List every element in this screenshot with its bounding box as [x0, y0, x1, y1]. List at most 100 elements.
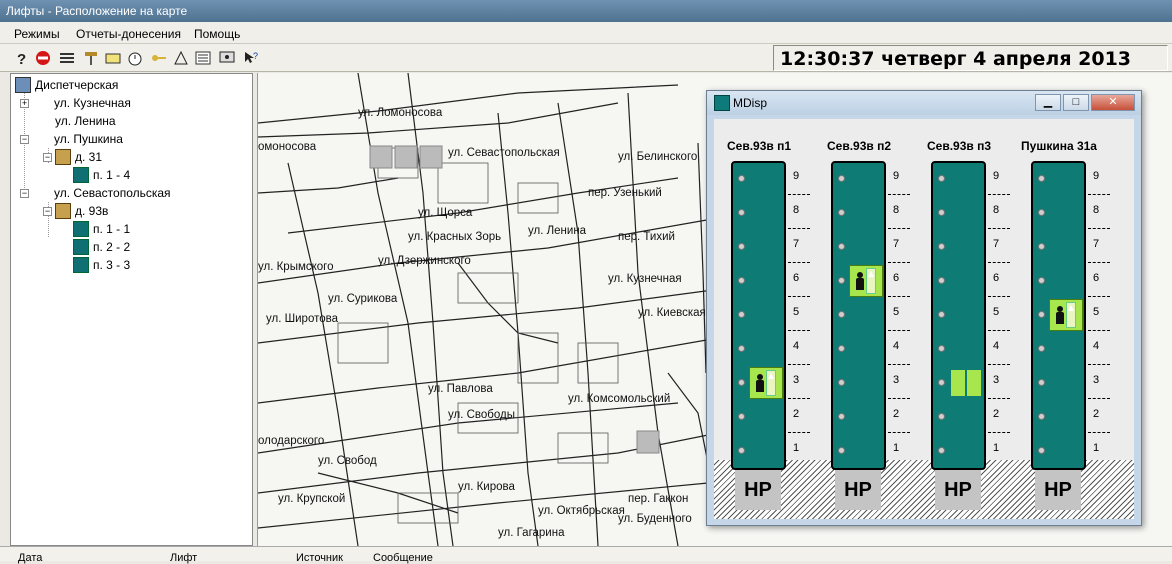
map-label: ул. Дзержинского: [378, 255, 471, 267]
expand-icon[interactable]: +: [20, 98, 29, 108]
floor-number: 2: [793, 408, 800, 420]
floor-separator: [788, 330, 810, 331]
tree-house-93v[interactable]: − д. 93в: [43, 203, 108, 219]
floor-number: 8: [893, 204, 900, 216]
floor-indicator: [738, 277, 745, 284]
lift-shaft[interactable]: [731, 161, 786, 470]
menu-reports[interactable]: Отчеты-донесения: [76, 27, 181, 41]
map-label: ул. Комсомольский: [568, 393, 671, 405]
list2-icon[interactable]: [194, 49, 212, 67]
map-label: ул. Гагарина: [498, 527, 565, 539]
bell-icon[interactable]: [172, 49, 190, 67]
floor-separator: [988, 364, 1010, 365]
maximize-button[interactable]: □: [1063, 94, 1089, 111]
menu-help[interactable]: Помощь: [194, 27, 240, 41]
collapse-icon[interactable]: −: [20, 188, 29, 198]
mdisp-title: MDisp: [733, 96, 768, 110]
floor-separator: [988, 432, 1010, 433]
floor-indicator: [838, 345, 845, 352]
floor-separator: [888, 194, 910, 195]
lift-shaft[interactable]: [1031, 161, 1086, 470]
column-lift[interactable]: Лифт: [170, 552, 197, 564]
collapse-icon[interactable]: −: [43, 206, 52, 216]
tree-street-sevastopolskaya[interactable]: − ул. Севастопольская: [20, 185, 171, 201]
help-icon[interactable]: ?: [12, 49, 30, 67]
close-button[interactable]: ✕: [1091, 94, 1135, 111]
tree-lift-3[interactable]: п. 3 - 3: [73, 257, 130, 273]
svg-text:?: ?: [253, 51, 258, 61]
lift-cab[interactable]: [849, 265, 883, 297]
tree-lift-1[interactable]: п. 1 - 1: [73, 221, 130, 237]
list-icon[interactable]: [58, 49, 76, 67]
collapse-icon[interactable]: −: [43, 152, 52, 162]
floor-number: 6: [793, 272, 800, 284]
map-label: ул. Свободы: [448, 409, 515, 421]
floor-separator: [1088, 330, 1110, 331]
house-icon: [55, 203, 71, 219]
map-label: пер. Тихий: [618, 231, 675, 243]
monitor-icon[interactable]: [218, 49, 236, 67]
map-label: ул. Крымского: [258, 261, 334, 273]
map-label: ул. Кирова: [458, 481, 515, 493]
column-message[interactable]: Сообщение: [373, 552, 433, 564]
lift-icon: [73, 239, 89, 255]
object-tree[interactable]: Диспетчерская + ул. Кузнечная ул. Ленина…: [10, 73, 253, 546]
lift-shaft[interactable]: [931, 161, 986, 470]
key2-icon[interactable]: [150, 49, 168, 67]
floor-separator: [1088, 262, 1110, 263]
mdisp-titlebar[interactable]: MDisp ▁ □ ✕: [707, 91, 1141, 115]
tree-street-lenina[interactable]: ул. Ленина: [33, 113, 116, 129]
lift-cab[interactable]: [1049, 299, 1083, 331]
floor-number: 3: [893, 374, 900, 386]
map-label: омоносова: [258, 141, 317, 153]
floor-indicator: [738, 345, 745, 352]
floor-indicator: [838, 311, 845, 318]
floor-indicator: [1038, 447, 1045, 454]
key-icon[interactable]: [82, 49, 100, 67]
floor-number: 2: [893, 408, 900, 420]
minimize-button[interactable]: ▁: [1035, 94, 1061, 111]
whatsthis-icon[interactable]: ?: [242, 49, 260, 67]
floor-indicator: [1038, 209, 1045, 216]
lift-cab[interactable]: [749, 367, 783, 399]
floor-number: 7: [793, 238, 800, 250]
map-label: ул. Киевская: [638, 307, 706, 319]
floor-number: 6: [993, 272, 1000, 284]
column-date[interactable]: Дата: [18, 552, 42, 564]
floor-separator: [788, 228, 810, 229]
floor-indicator: [838, 175, 845, 182]
column-source[interactable]: Источник: [296, 552, 343, 564]
floor-number: 9: [893, 170, 900, 182]
lift-icon: [714, 95, 730, 111]
floor-indicator: [1038, 175, 1045, 182]
tree-street-pushkina[interactable]: − ул. Пушкина: [20, 131, 123, 147]
collapse-icon[interactable]: −: [20, 134, 29, 144]
hp-status-box: HP: [1035, 470, 1081, 510]
card-icon[interactable]: [104, 49, 122, 67]
tree-lift-2[interactable]: п. 2 - 2: [73, 239, 130, 255]
menu-bar: Режимы Отчеты-донесения Помощь: [0, 22, 1172, 44]
tree-root[interactable]: Диспетчерская: [15, 77, 118, 93]
house-icon: [55, 149, 71, 165]
stop-icon[interactable]: [34, 49, 52, 67]
arrow-up-icon: [766, 370, 776, 396]
passenger-icon: [856, 272, 864, 290]
window-titlebar: Лифты - Расположение на карте: [0, 0, 1172, 22]
floor-number: 1: [793, 442, 800, 454]
floor-number: 4: [793, 340, 800, 352]
map-label: ул. Ломоносова: [358, 107, 443, 119]
tree-lift-pushkina[interactable]: п. 1 - 4: [73, 167, 130, 183]
tree-street-kuznechnaya[interactable]: + ул. Кузнечная: [20, 95, 131, 111]
mdisp-client: Сев.93в п1 9 8 7 6 5 4 3 2 1 HP Сев.93в п2 9 8 7 6 5 4 3 2 1…: [714, 119, 1134, 519]
lift-cab[interactable]: [949, 367, 983, 399]
lift-shaft[interactable]: [831, 161, 886, 470]
mdisp-window[interactable]: MDisp ▁ □ ✕ Сев.93в п1 9 8 7 6 5 4 3 2 1 HP Сев.93в…: [706, 90, 1142, 526]
passenger-icon: [756, 374, 764, 392]
floor-separator: [988, 296, 1010, 297]
menu-modes[interactable]: Режимы: [14, 27, 60, 41]
floor-indicator: [938, 209, 945, 216]
floor-separator: [788, 262, 810, 263]
alarm-icon[interactable]: [126, 49, 144, 67]
tree-house-31[interactable]: − д. 31: [43, 149, 102, 165]
floor-separator: [1088, 398, 1110, 399]
